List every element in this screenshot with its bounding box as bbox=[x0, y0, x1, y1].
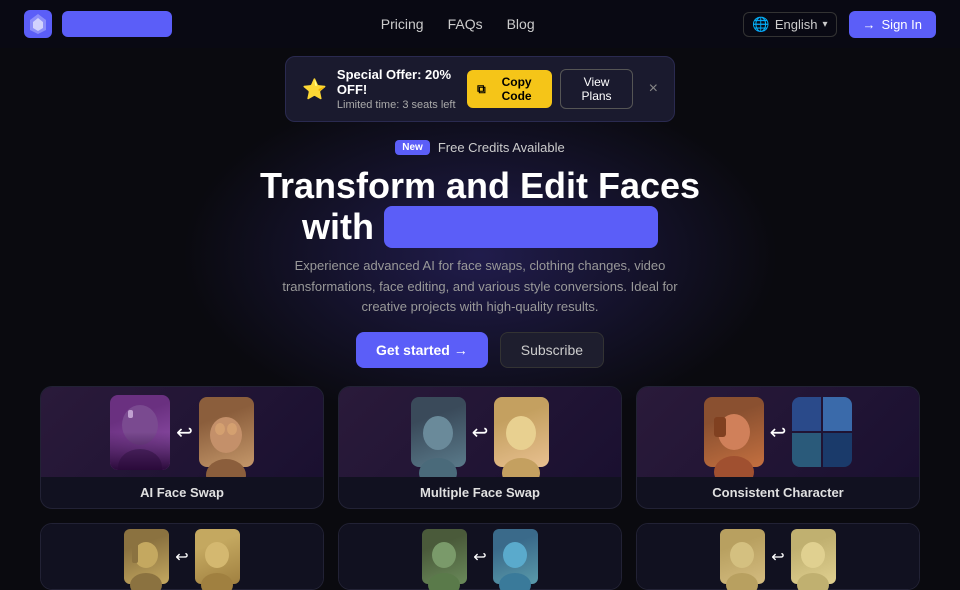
card-4[interactable]: ↩ bbox=[40, 523, 324, 590]
man-photo-1 bbox=[422, 529, 467, 584]
card-6[interactable]: ↩ bbox=[636, 523, 920, 590]
consist-photo-grid bbox=[792, 397, 852, 467]
card-consistent-character-image: ↩ bbox=[637, 387, 919, 477]
subscribe-button[interactable]: Subscribe bbox=[500, 332, 604, 368]
swap-arrow-icon: ↩ bbox=[176, 420, 193, 445]
banner-title: Special Offer: 20% OFF! bbox=[337, 67, 467, 97]
copy-icon: ⧉ bbox=[477, 82, 486, 97]
banner-subtitle: Limited time: 3 seats left bbox=[337, 99, 467, 111]
copy-code-button[interactable]: ⧉ Copy Code bbox=[467, 70, 552, 108]
navbar-center: Pricing FAQs Blog bbox=[381, 16, 535, 32]
swap-arrow-icon-2: ↩ bbox=[472, 420, 489, 445]
language-selector[interactable]: 🌐 English ▾ bbox=[743, 12, 836, 37]
card-multiple-face-swap-label: Multiple Face Swap bbox=[339, 477, 621, 508]
sign-in-label: Sign In bbox=[882, 17, 922, 32]
view-plans-label: View Plans bbox=[582, 75, 612, 103]
chevron-down-icon: ▾ bbox=[822, 19, 827, 30]
hero-section: New Free Credits Available Transform and… bbox=[0, 130, 960, 368]
banner-left: ⭐ Special Offer: 20% OFF! Limited time: … bbox=[302, 67, 467, 111]
multi-face-photo-2 bbox=[494, 397, 549, 467]
blonde-photo-1 bbox=[720, 529, 765, 584]
cards-grid-row2: ↩ ↩ bbox=[0, 523, 960, 590]
blonde-photo-2 bbox=[791, 529, 836, 584]
star-icon: ⭐ bbox=[302, 77, 327, 102]
globe-icon: 🌐 bbox=[752, 16, 769, 33]
nav-blog[interactable]: Blog bbox=[507, 16, 535, 32]
sign-in-button[interactable]: → Sign In bbox=[849, 11, 936, 38]
consist-photo-1 bbox=[704, 397, 764, 467]
logo-icon bbox=[24, 10, 52, 38]
new-badge: New bbox=[395, 140, 430, 155]
banner-actions: ⧉ Copy Code View Plans × bbox=[467, 69, 658, 109]
mona-photo-2 bbox=[195, 529, 240, 584]
hero-title-highlight bbox=[384, 206, 658, 247]
cards-grid: ↩ AI Face Swap ↩ bbox=[0, 386, 960, 509]
subscribe-label: Subscribe bbox=[521, 342, 583, 358]
banner-text: Special Offer: 20% OFF! Limited time: 3 … bbox=[337, 67, 467, 111]
card-consistent-character[interactable]: ↩ Consistent Character bbox=[636, 386, 920, 509]
card-6-image: ↩ bbox=[637, 524, 919, 589]
logo-text bbox=[62, 11, 172, 37]
nav-faqs[interactable]: FAQs bbox=[448, 16, 483, 32]
get-started-label: Get started → bbox=[376, 342, 468, 358]
badge-row: New Free Credits Available bbox=[20, 140, 940, 155]
consist-cell-1 bbox=[792, 397, 821, 431]
card-5-image: ↩ bbox=[339, 524, 621, 589]
consist-cell-2 bbox=[823, 397, 852, 431]
consist-cell-4 bbox=[823, 433, 852, 467]
nav-pricing[interactable]: Pricing bbox=[381, 16, 424, 32]
swap-arrow-icon-4: ↩ bbox=[175, 547, 188, 567]
swap-arrow-icon-6: ↩ bbox=[771, 547, 784, 567]
hero-title: Transform and Edit Faces with bbox=[20, 165, 940, 248]
mona-photo-1 bbox=[124, 529, 169, 584]
swap-arrow-icon-3: ↩ bbox=[770, 420, 787, 445]
hero-title-prefix: with bbox=[302, 206, 374, 247]
swap-arrow-icon-5: ↩ bbox=[473, 547, 486, 567]
hero-buttons: Get started → Subscribe bbox=[20, 332, 940, 368]
hero-title-line1: Transform and Edit Faces bbox=[260, 165, 700, 206]
copy-code-label: Copy Code bbox=[491, 75, 543, 103]
language-label: English bbox=[775, 17, 818, 32]
free-credits-text: Free Credits Available bbox=[438, 140, 565, 155]
man-photo-2 bbox=[493, 529, 538, 584]
get-started-button[interactable]: Get started → bbox=[356, 332, 488, 368]
card-multiple-face-swap-image: ↩ bbox=[339, 387, 621, 477]
signin-arrow-icon: → bbox=[863, 17, 876, 32]
card-4-image: ↩ bbox=[41, 524, 323, 589]
card-multiple-face-swap[interactable]: ↩ Multiple Face Swap bbox=[338, 386, 622, 509]
hero-subtitle: Experience advanced AI for face swaps, c… bbox=[260, 256, 700, 318]
navbar-right: 🌐 English ▾ → Sign In bbox=[743, 11, 936, 38]
navbar: Pricing FAQs Blog 🌐 English ▾ → Sign In bbox=[0, 0, 960, 48]
navbar-left bbox=[24, 10, 172, 38]
multi-face-photo-1 bbox=[411, 397, 466, 467]
card-consistent-character-label: Consistent Character bbox=[637, 477, 919, 508]
card-ai-face-swap[interactable]: ↩ AI Face Swap bbox=[40, 386, 324, 509]
card-ai-face-swap-image: ↩ bbox=[41, 387, 323, 477]
face-swap-photo-1 bbox=[110, 395, 170, 470]
offer-banner: ⭐ Special Offer: 20% OFF! Limited time: … bbox=[285, 56, 675, 122]
consist-cell-3 bbox=[792, 433, 821, 467]
card-ai-face-swap-label: AI Face Swap bbox=[41, 477, 323, 508]
close-icon[interactable]: × bbox=[649, 80, 658, 98]
card-5[interactable]: ↩ bbox=[338, 523, 622, 590]
face-swap-photo-2 bbox=[199, 397, 254, 467]
view-plans-button[interactable]: View Plans bbox=[560, 69, 632, 109]
